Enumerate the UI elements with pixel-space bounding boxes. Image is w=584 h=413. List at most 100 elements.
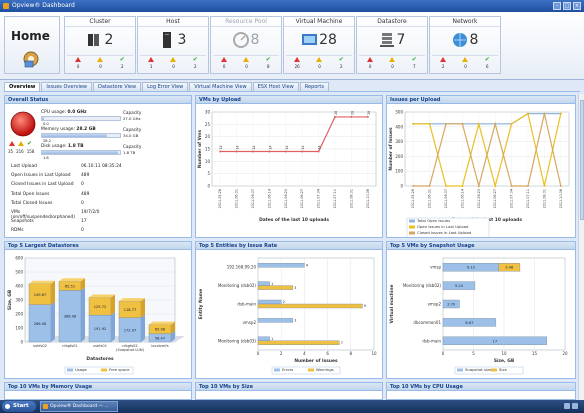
stat-value: 0: [81, 200, 84, 206]
overall-stat-row: RDMs 0: [11, 228, 191, 233]
data-point: [252, 150, 254, 153]
tab-reports[interactable]: Reports: [299, 82, 329, 91]
data-point: [527, 185, 529, 187]
ok-icon: ✔: [265, 56, 271, 63]
stat-warning: 0: [462, 57, 469, 71]
inventory-count-wrap: 3: [138, 29, 208, 51]
panel-title: Top 10 VMs by CPU Usage: [387, 383, 575, 391]
data-point: [268, 150, 271, 153]
legend-label: Open Issues in Last Upload: [417, 224, 469, 229]
inventory-card-virtual-machine[interactable]: Virtual Machine 28 26 0 ✔ 2: [283, 16, 355, 74]
x-tick-label: 2011.06.01: [235, 189, 239, 208]
stat-label: Open Issues in Last Upload: [11, 173, 71, 179]
overall-stat-row: Last Upload 06.10.11 08:35:24: [11, 164, 191, 169]
data-label: 14: [285, 145, 289, 149]
y-tick-label: Monitoring (dsb02): [218, 283, 256, 288]
alarm-count-warning: 216: [16, 149, 24, 154]
data-point: [317, 150, 320, 153]
tab-overview[interactable]: Overview: [4, 82, 41, 91]
x-tick-label: 8: [350, 351, 353, 356]
inventory-card-resource-pool[interactable]: Resource Pool 8 0 0 ✔ 8: [210, 16, 282, 74]
data-label: 1: [271, 282, 273, 286]
x-tick-label: 2011.10.06: [366, 189, 370, 208]
bar-side: [141, 298, 145, 318]
y-axis-label: Virtual machine: [389, 284, 395, 323]
inventory-stats: 2 0 ✔ 6: [432, 55, 498, 71]
y-tick-label: 200: [395, 154, 403, 159]
inventory-card-datastore[interactable]: Datastore 7 0 0 ✔ 7: [356, 16, 428, 74]
cpu-usage: CPU usage: 0.0 GHz: [41, 110, 87, 115]
home-button[interactable]: Home: [4, 16, 60, 74]
inventory-card-host[interactable]: Host 3 1 0 ✔ 2: [137, 16, 209, 74]
inventory-card-network[interactable]: Network 8 2 0 ✔ 6: [429, 16, 501, 74]
scrollbar-thumb[interactable]: [580, 100, 584, 220]
vertical-scrollbar[interactable]: [578, 94, 584, 400]
x-axis-label: Size, GB: [494, 358, 515, 364]
tab-datastore-view[interactable]: Datastore View: [93, 82, 142, 91]
x-tick-label: 2011.08.01: [349, 189, 353, 208]
bar-side: [111, 312, 115, 342]
ok-icon: ✔: [338, 56, 344, 63]
inventory-stats: 1 0 ✔ 2: [140, 55, 206, 71]
close-button[interactable]: ×: [573, 2, 581, 10]
tab-virtual-machine-view[interactable]: Virtual Machine View: [189, 82, 252, 91]
stat-value: 06.10.11 08:35:24: [81, 164, 122, 169]
y-tick-label: Monitoring (dsb02): [403, 283, 441, 288]
window-titlebar: Opview® Dashboard – □ ×: [0, 0, 584, 12]
bar: [257, 281, 270, 286]
inventory-card-title: Host: [138, 17, 208, 27]
data-label: 172.97: [124, 328, 137, 332]
data-label: 2.70: [447, 303, 456, 307]
inventory-count: 28: [319, 32, 337, 48]
y-tick-label: 100: [395, 169, 403, 174]
inventory-stats: 0 0 ✔ 7: [359, 55, 425, 71]
y-tick-label: dbcommon01: [413, 320, 441, 325]
cpu-value: 0.0 GHz: [67, 110, 87, 115]
x-tick-label: 2011.06.14: [460, 189, 464, 208]
legend-swatch: [409, 225, 415, 229]
top-snapshots-chart: 0 5 10 15 20 vmsp 9.13 3.48 Monitoring (dsb02) 5.…: [389, 257, 568, 375]
inventory-card-title: Virtual Machine: [284, 17, 354, 27]
data-point: [477, 185, 480, 187]
cpu-bar-fill: [42, 117, 44, 120]
stat-ok-count: 2: [194, 64, 197, 69]
memory-bar: [41, 133, 121, 138]
tab-esx-host-view[interactable]: ESX Host View: [252, 82, 299, 91]
y-tick-label: 5: [207, 171, 210, 176]
x-tick-label: 10: [371, 351, 377, 356]
stat-critical-count: 0: [222, 64, 226, 69]
taskbar-task-button[interactable]: Opview® Dashboard — ...: [40, 401, 118, 412]
minimize-button[interactable]: –: [553, 2, 561, 10]
start-button[interactable]: Start: [2, 401, 36, 412]
home-gear-icon: [23, 51, 39, 68]
y-tick-label: 25: [205, 122, 211, 127]
alarm-ok-icon: ✔: [27, 140, 33, 147]
y-axis-label: Entity Name: [198, 289, 204, 319]
stat-ok-count: 2: [340, 64, 343, 69]
critical-icon: [75, 57, 82, 62]
warning-icon: [316, 57, 323, 62]
alarm-critical-icon: [9, 141, 15, 146]
bar: [257, 262, 305, 268]
warning-icon: [462, 57, 469, 62]
ok-icon: ✔: [119, 56, 125, 63]
data-label: 9.13: [467, 266, 475, 270]
stat-warning-count: 0: [99, 64, 102, 69]
critical-icon: [440, 57, 447, 62]
data-point: [235, 150, 238, 153]
y-tick-label: dsb-main: [237, 302, 256, 307]
data-point: [284, 150, 287, 153]
maximize-button[interactable]: □: [563, 2, 571, 10]
tab-issues-overview[interactable]: Issues Overview: [41, 82, 93, 91]
home-label: Home: [11, 29, 50, 43]
x-tick-label: vshfs01: [93, 344, 107, 348]
stat-label: Closed Issues in Last Upload: [11, 182, 74, 188]
legend-swatch: [491, 368, 497, 372]
tab-log-error-view[interactable]: Log Error View: [142, 82, 189, 91]
stat-ok: ✔ 6: [485, 57, 490, 71]
inventory-card-cluster[interactable]: Cluster 2 0 0 ✔ 2: [64, 16, 136, 74]
stat-label: Total Closed Issues: [11, 200, 53, 206]
data-point: [412, 185, 415, 187]
y-tick-label: 200: [15, 312, 23, 317]
memory-used: 28.2: [43, 139, 52, 143]
